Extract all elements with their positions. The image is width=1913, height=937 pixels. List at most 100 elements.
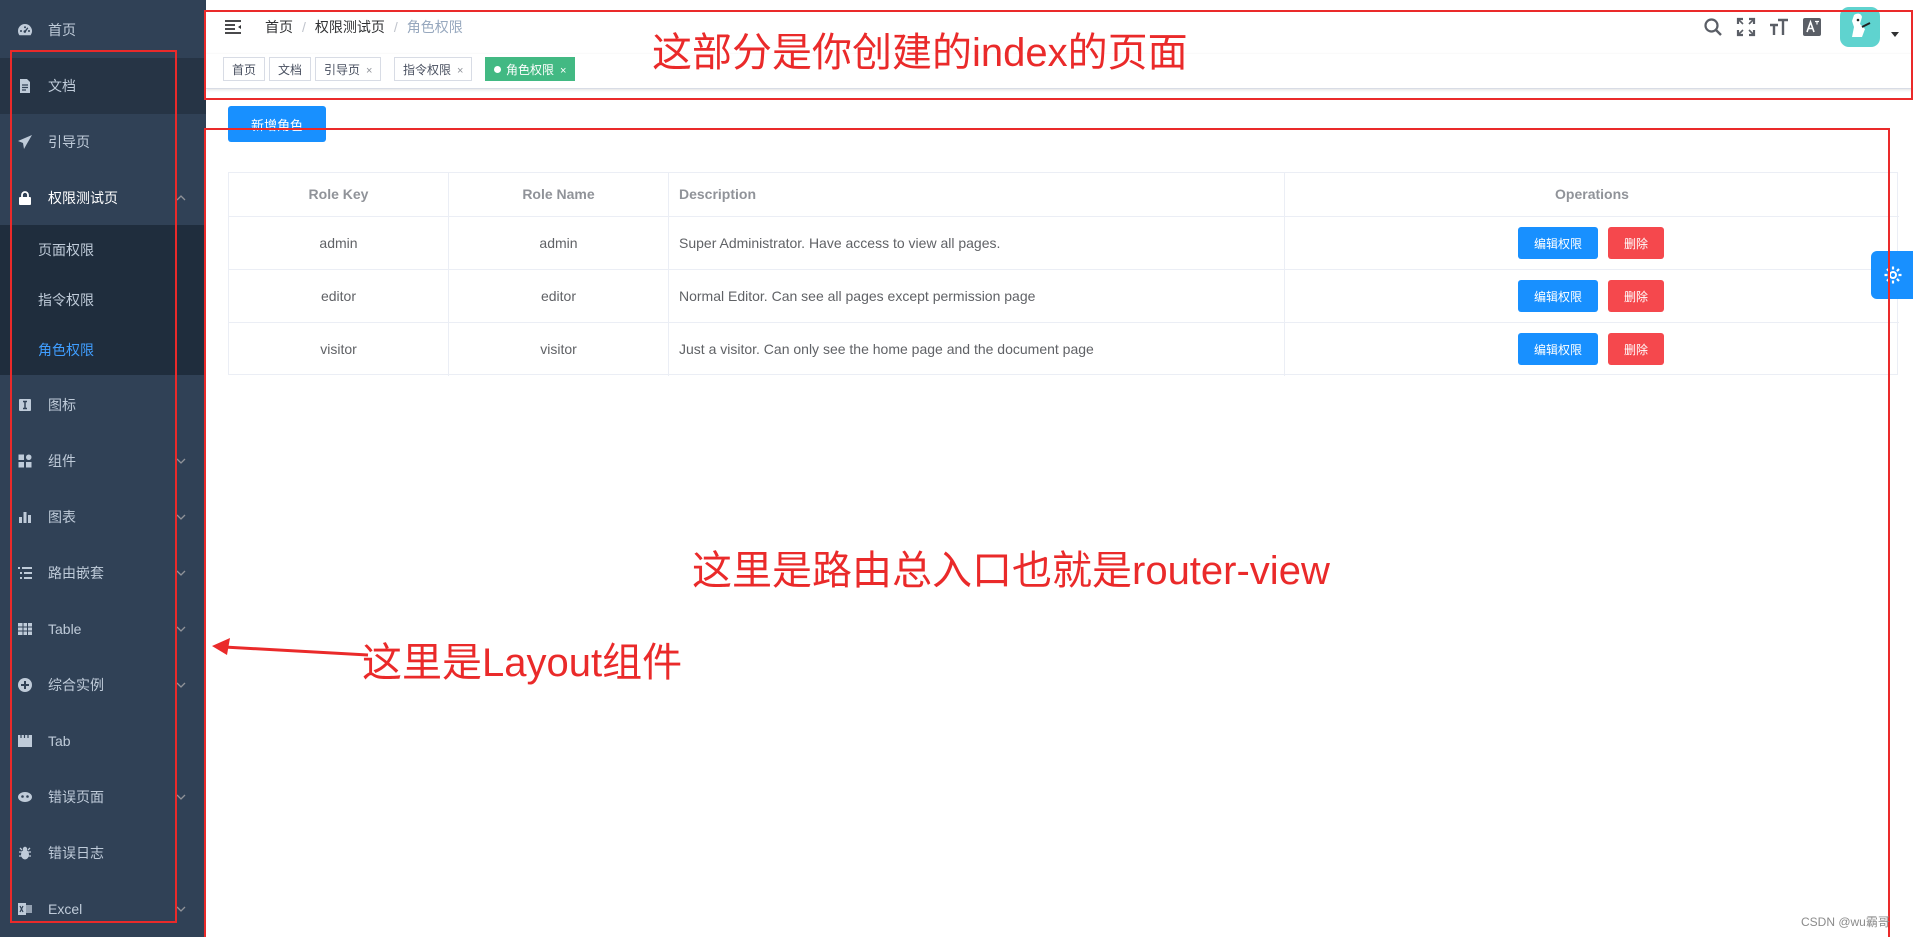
sidebar-item-label: Excel [48,901,83,917]
tag-guide[interactable]: 引导页 × [315,57,382,81]
document-icon [20,79,30,93]
role-name-cell: visitor [540,341,577,357]
watermark: CSDN @wu霸哥 [1801,915,1890,929]
role-name-cell: admin [539,235,578,251]
breadcrumb: 首页 / 权限测试页 / 角色权限 [265,17,463,37]
chevron-down-icon [176,906,186,912]
annotation-navbar-note: 这部分是你创建的index的页面 [652,31,1188,75]
sidebar-item-components[interactable]: 组件 [0,433,206,489]
error-page-icon [18,792,32,802]
submenu-item-page-permission[interactable]: 页面权限 [0,225,206,275]
sidebar-item-home[interactable]: 首页 [0,2,206,58]
nested-icon [18,567,32,579]
sidebar-item-icons[interactable]: 图标 [0,377,206,433]
chevron-down-icon [176,458,186,464]
tag-label: 指令权限 [403,63,452,77]
edit-permission-button[interactable]: 编辑权限 [1518,227,1598,259]
table-divider [229,269,1899,270]
chevron-down-icon [176,794,186,800]
sidebar-item-label: 图标 [48,397,76,413]
column-header-role-name: Role Name [522,186,595,202]
gear-icon [1884,266,1902,284]
close-icon[interactable]: × [366,65,372,77]
submenu-item-directive-permission[interactable]: 指令权限 [0,275,206,325]
tag-label: 首页 [232,63,257,77]
column-header-description: Description [679,186,757,202]
breadcrumb-item-current: 角色权限 [406,19,463,35]
settings-button[interactable] [1871,251,1913,299]
sidebar: 首页 文档 引导页 权限测试页 页面权限 指令权限 角色权限 图标 组件 图表 … [0,0,206,937]
bug-icon [19,846,31,860]
caret-down-icon[interactable] [1891,32,1899,37]
sidebar-item-docs[interactable]: 文档 [0,58,206,114]
chevron-down-icon [176,570,186,576]
add-role-button[interactable]: 新增角色 [228,106,326,142]
breadcrumb-item-home[interactable]: 首页 [265,19,293,35]
permission-submenu: 页面权限 指令权限 角色权限 [0,225,206,375]
sidebar-item-excel[interactable]: Excel [0,881,206,937]
fullscreen-icon[interactable] [1736,17,1756,37]
sidebar-item-error-pages[interactable]: 错误页面 [0,769,206,825]
sidebar-item-label: 组件 [48,453,76,469]
chevron-up-icon [176,195,186,201]
sidebar-item-label: 首页 [48,22,76,38]
sidebar-item-label: 引导页 [48,134,90,150]
table-icon [18,623,32,635]
tag-role-permission[interactable]: 角色权限 × [485,57,576,81]
edit-permission-button[interactable]: 编辑权限 [1518,333,1598,365]
submenu-item-role-permission[interactable]: 角色权限 [0,325,206,375]
annotation-layout-note: 这里是Layout组件 [362,641,683,685]
sidebar-item-permission[interactable]: 权限测试页 [0,170,206,226]
sidebar-item-table[interactable]: Table [0,601,206,657]
submenu-item-label: 角色权限 [38,342,94,358]
sidebar-item-label: 错误页面 [48,789,104,805]
submenu-item-label: 指令权限 [38,292,94,308]
sidebar-item-nested[interactable]: 路由嵌套 [0,545,206,601]
close-icon[interactable]: × [457,65,463,77]
avatar[interactable] [1840,7,1880,47]
sidebar-item-label: Tab [48,733,71,749]
example-icon [18,678,32,692]
tag-docs[interactable]: 文档 [269,57,312,81]
sidebar-item-example[interactable]: 综合实例 [0,657,206,713]
sidebar-item-tab[interactable]: Tab [0,713,206,769]
hamburger-icon[interactable] [223,17,243,37]
sidebar-item-charts[interactable]: 图表 [0,489,206,545]
chart-icon [19,512,31,523]
search-icon[interactable] [1703,17,1723,37]
sidebar-item-label: 图表 [48,509,76,525]
tag-home[interactable]: 首页 [223,57,266,81]
font-size-icon[interactable] [1769,17,1789,37]
role-key-cell: visitor [320,341,357,357]
tag-directive-permission[interactable]: 指令权限 × [394,57,473,81]
edit-permission-button[interactable]: 编辑权限 [1518,280,1598,312]
tab-icon [18,735,32,747]
annotation-router-view-note: 这里是路由总入口也就是router-view [692,549,1330,593]
component-icon [18,454,32,468]
table-divider [668,173,669,376]
close-icon[interactable]: × [560,65,566,77]
icon-icon [19,399,31,411]
sidebar-item-label: 路由嵌套 [48,565,104,581]
tag-label: 文档 [278,63,303,77]
description-cell: Super Administrator. Have access to view… [679,235,1001,251]
delete-button[interactable]: 删除 [1608,333,1664,365]
table-divider [229,322,1899,323]
table-divider [229,216,1899,217]
breadcrumb-item-permission[interactable]: 权限测试页 [315,19,385,35]
chevron-down-icon [176,514,186,520]
dashboard-icon [18,24,32,36]
delete-button[interactable]: 删除 [1608,280,1664,312]
sidebar-item-label: 错误日志 [48,845,104,861]
tag-label: 引导页 [324,63,361,77]
sidebar-item-label: 文档 [48,78,76,94]
role-key-cell: editor [320,288,357,304]
column-header-operations: Operations [1555,186,1629,202]
language-icon[interactable] [1802,17,1822,37]
description-cell: Normal Editor. Can see all pages except … [679,288,1036,304]
sidebar-item-label: Table [48,621,82,637]
sidebar-item-guide[interactable]: 引导页 [0,114,206,170]
breadcrumb-separator: / [302,19,306,35]
delete-button[interactable]: 删除 [1608,227,1664,259]
sidebar-item-error-log[interactable]: 错误日志 [0,825,206,881]
